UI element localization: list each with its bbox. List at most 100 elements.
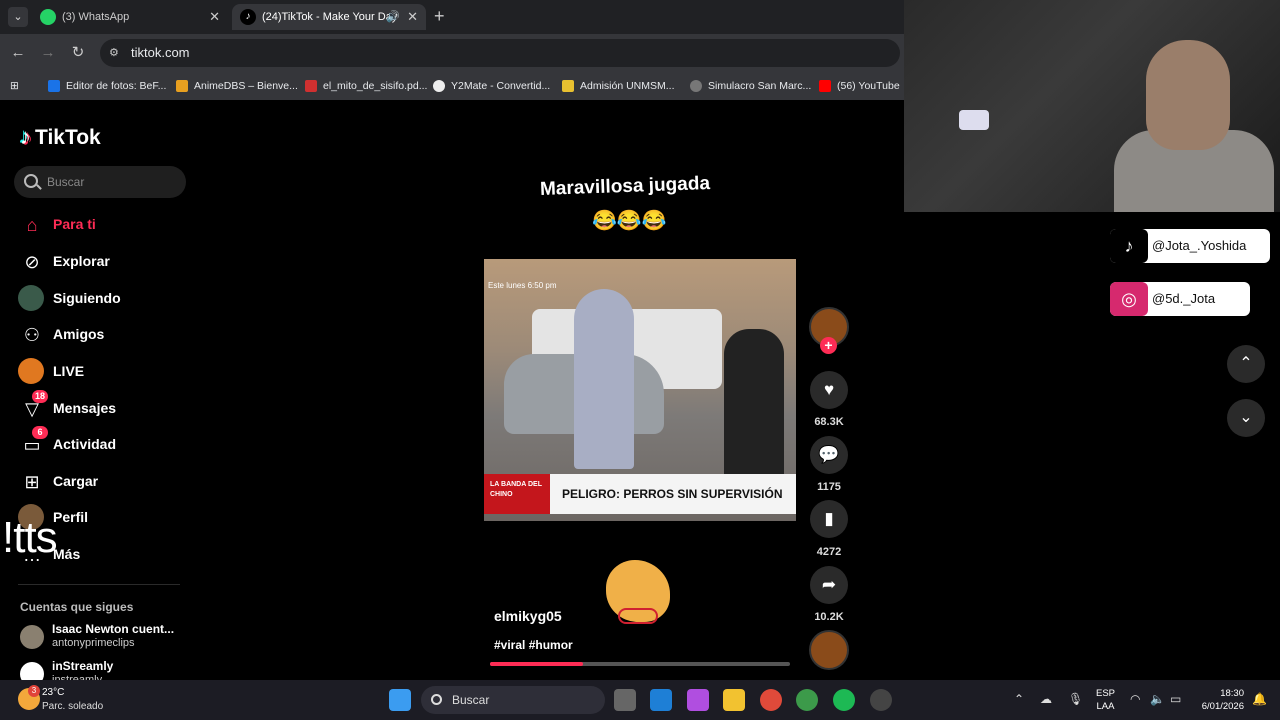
tab-title: (3) WhatsApp (62, 11, 130, 23)
next-video-button[interactable]: ⌄ (1227, 399, 1265, 437)
video-player[interactable]: Este lunes 6:50 pm LA BANDA DEL CHINO PE… (484, 259, 796, 521)
bookmark-item[interactable]: Y2Mate - Convertid... (433, 77, 550, 95)
instagram-handle: @5d._Jota (1152, 291, 1216, 306)
tab-tiktok[interactable]: ♪ (24)TikTok - Make Your Day 🔊 ✕ (232, 4, 426, 30)
copilot-icon[interactable] (687, 689, 709, 711)
nav-label: Cargar (53, 473, 99, 489)
tiktok-note-icon: ♪ (20, 124, 31, 149)
chrome-active-icon[interactable] (796, 689, 818, 711)
bookmark-item[interactable]: Simulacro San Marc... (690, 77, 811, 95)
account-name: inStreamly (52, 659, 114, 673)
video-banner-logo: LA BANDA DEL CHINO (484, 474, 550, 514)
music-disc-avatar[interactable] (809, 630, 849, 670)
nav-label: Explorar (53, 253, 110, 269)
home-icon: ⌂ (26, 215, 38, 235)
start-icon[interactable] (389, 689, 411, 711)
spotify-icon[interactable] (833, 689, 855, 711)
video-author[interactable]: elmikyg05 (494, 608, 562, 624)
forward-icon[interactable]: → (38, 43, 58, 63)
toolbar: ← → ↻ ⚙ tiktok.com (0, 34, 904, 72)
following-account[interactable]: Isaac Newton cuent... antonyprimeclips (18, 622, 188, 656)
bookmark-icon (433, 80, 445, 92)
address-bar[interactable]: ⚙ tiktok.com (100, 39, 900, 67)
site-info-icon[interactable]: ⚙ (109, 46, 123, 60)
chevron-up-icon[interactable]: ⌃ (1014, 692, 1024, 706)
taskbar-search[interactable]: Buscar (421, 686, 605, 714)
share-icon: ➦ (821, 575, 837, 594)
tab-whatsapp[interactable]: (3) WhatsApp ✕ (32, 4, 228, 30)
nav-live[interactable]: LIVE (18, 357, 188, 387)
taskbar-search-label: Buscar (452, 693, 490, 707)
save-count: 4272 (816, 546, 842, 558)
video-man (574, 289, 634, 469)
apps-icon[interactable]: ⊞ (10, 77, 19, 95)
search-placeholder: Buscar (47, 175, 85, 189)
video-caption: Maravillosa jugada (539, 173, 711, 200)
nav-cargar[interactable]: ⊞ Cargar (18, 467, 188, 497)
nav-siguiendo[interactable]: Siguiendo (18, 284, 188, 314)
tiktok-logo[interactable]: ♪ TikTok (20, 124, 101, 150)
battery-icon[interactable]: ▭ (1170, 692, 1181, 706)
obs-icon[interactable] (870, 689, 892, 711)
bookmark-item[interactable]: Editor de fotos: BeF... (48, 77, 166, 95)
bookmark-label: Simulacro San Marc... (708, 80, 812, 92)
bookmarks-bar: ⊞ Editor de fotos: BeF... AnimeDBS – Bie… (0, 72, 904, 100)
caption-emojis: 😂😂😂 (592, 210, 667, 232)
microphone-icon[interactable]: 🎙 (1068, 692, 1083, 706)
following-account[interactable]: inStreamly instreamly (18, 659, 188, 680)
like-button[interactable]: ♥ (810, 371, 848, 409)
search-input[interactable]: Buscar (14, 166, 186, 198)
new-tab-button[interactable]: + (434, 6, 445, 27)
store-icon[interactable] (650, 689, 672, 711)
video-progress-bar[interactable] (490, 662, 790, 666)
volume-icon[interactable]: 🔈 (1150, 692, 1165, 706)
reload-icon[interactable]: ↻ (68, 43, 88, 63)
previous-video-button[interactable]: ⌃ (1227, 345, 1265, 383)
logo-text: TikTok (35, 126, 101, 149)
avatar (20, 662, 44, 680)
bookmark-item[interactable]: Admisión UNMSM... (562, 77, 675, 95)
cloud-off-icon[interactable]: ☁ (1040, 692, 1052, 706)
task-view-icon[interactable] (614, 689, 636, 711)
notification-icon[interactable]: 🔔 (1252, 692, 1267, 706)
save-button[interactable]: ▮ (810, 500, 848, 538)
nav-explorar[interactable]: ⊘ Explorar (18, 247, 188, 277)
bike-icon (618, 608, 658, 624)
account-name: Isaac Newton cuent... (52, 622, 175, 636)
stream-overlay-text: !tts (2, 513, 58, 562)
file-explorer-icon[interactable] (723, 689, 745, 711)
nav-actividad[interactable]: ▭ 6 Actividad (18, 426, 188, 460)
follow-plus-icon[interactable]: + (820, 337, 837, 354)
bookmark-label: Editor de fotos: BeF... (66, 80, 167, 92)
youtube-icon (819, 80, 831, 92)
instagram-icon: ◎ (1110, 282, 1148, 316)
share-button[interactable]: ➦ (810, 566, 848, 604)
nav-label: Actividad (53, 436, 117, 452)
bookmark-item[interactable]: AnimeDBS – Bienve... (176, 77, 298, 95)
tiktok-page: ♪ TikTok Buscar ⌂ Para ti ⊘ Explorar Siguie… (0, 100, 904, 680)
bookmark-item[interactable]: el_mito_de_sisifo.pd... (305, 77, 427, 95)
video-hashtags[interactable]: #viral #humor (494, 638, 573, 652)
language-indicator[interactable]: ESP LAA (1096, 687, 1115, 713)
close-icon[interactable]: ✕ (209, 4, 220, 30)
bookmark-label: (56) YouTube (837, 80, 900, 92)
tiktok-icon: ♪ (1110, 229, 1148, 263)
tab-search-button[interactable]: ⌄ (8, 7, 28, 27)
clock[interactable]: 18:30 6/01/2026 (1196, 687, 1244, 713)
nav-amigos[interactable]: ⚇ Amigos (18, 320, 188, 350)
url-text: tiktok.com (131, 45, 190, 60)
nav-mensajes[interactable]: ▽ 18 Mensajes (18, 390, 188, 424)
video-progress-fill (490, 662, 583, 666)
chrome-icon[interactable] (760, 689, 782, 711)
wifi-icon[interactable]: ◠ (1130, 692, 1140, 706)
bookmark-item[interactable]: (56) YouTube (819, 77, 900, 95)
nav-para-ti[interactable]: ⌂ Para ti (18, 210, 188, 240)
following-icon (18, 285, 44, 311)
speaker-icon[interactable]: 🔊 (386, 4, 400, 30)
comment-button[interactable]: 💬 (810, 436, 848, 474)
close-icon[interactable]: ✕ (407, 4, 418, 30)
avatar (20, 625, 44, 649)
date: 6/01/2026 (1201, 701, 1244, 712)
back-icon[interactable]: ← (8, 43, 28, 63)
account-handle: antonyprimeclips (52, 637, 135, 649)
